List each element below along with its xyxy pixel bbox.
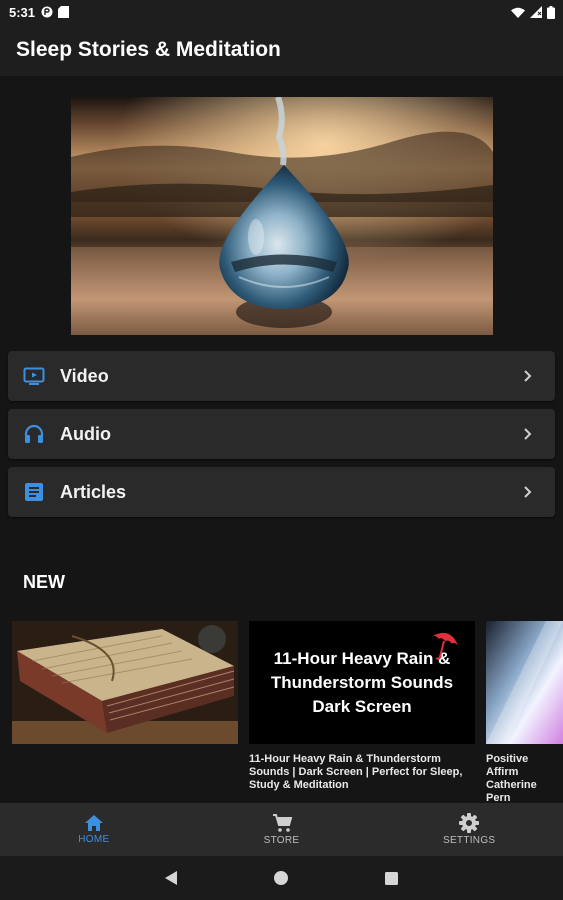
menu-item-video[interactable]: Video [8,351,555,401]
card-thumbnail: 11-Hour Heavy Rain & Thunderstorm Sounds… [249,621,475,744]
new-card-rain[interactable]: 11-Hour Heavy Rain & Thunderstorm Sounds… [249,621,475,792]
menu-item-audio[interactable]: Audio [8,409,555,459]
chevron-right-icon [523,427,537,441]
app-bar: Sleep Stories & Meditation [0,24,563,76]
new-card-affirmations[interactable]: Positive Affirm Catherine Pern [486,621,563,805]
gear-icon [459,813,480,833]
card-caption: 11-Hour Heavy Rain & Thunderstorm Sounds… [249,753,463,791]
bottom-navigation: HOME STORE SETTINGS [0,803,563,856]
nav-label: STORE [263,835,300,846]
menu-item-label: Audio [60,423,111,444]
headphones-icon [23,423,45,445]
card-caption: Positive Affirm Catherine Pern [486,753,540,804]
status-bar: 5:31 [0,0,563,24]
app-notification-icon [41,6,53,18]
menu-item-label: Video [60,365,109,386]
status-time: 5:31 [9,4,36,20]
cart-icon [272,814,292,832]
app-title: Sleep Stories & Meditation [16,38,281,61]
tv-icon [23,365,45,387]
card-thumbnail [486,621,563,744]
menu-item-articles[interactable]: Articles [8,467,555,517]
wifi-icon [511,7,525,18]
battery-icon [547,5,555,19]
recents-icon[interactable] [384,871,399,886]
article-icon [23,481,45,503]
light-rays-image [486,621,563,744]
home-circle-icon[interactable] [273,870,289,886]
chevron-right-icon [523,369,537,383]
signal-icon [530,6,542,18]
chevron-right-icon [523,485,537,499]
water-drop-image [71,97,493,335]
new-card[interactable] [12,621,238,744]
nav-store[interactable]: STORE [188,803,376,856]
system-navigation-bar [0,856,563,900]
umbrella-icon [431,632,459,660]
nav-settings[interactable]: SETTINGS [375,803,563,856]
nav-home[interactable]: HOME [0,803,188,856]
card-thumbnail [12,621,238,744]
old-book-image [12,621,238,744]
nav-label: HOME [78,834,110,845]
nav-label: SETTINGS [442,835,496,846]
home-icon [84,815,103,831]
back-icon[interactable] [164,870,178,886]
section-title-new: NEW [23,572,65,592]
app-notification-icon [58,6,70,18]
menu-item-label: Articles [60,481,127,502]
hero-image[interactable] [71,97,493,335]
